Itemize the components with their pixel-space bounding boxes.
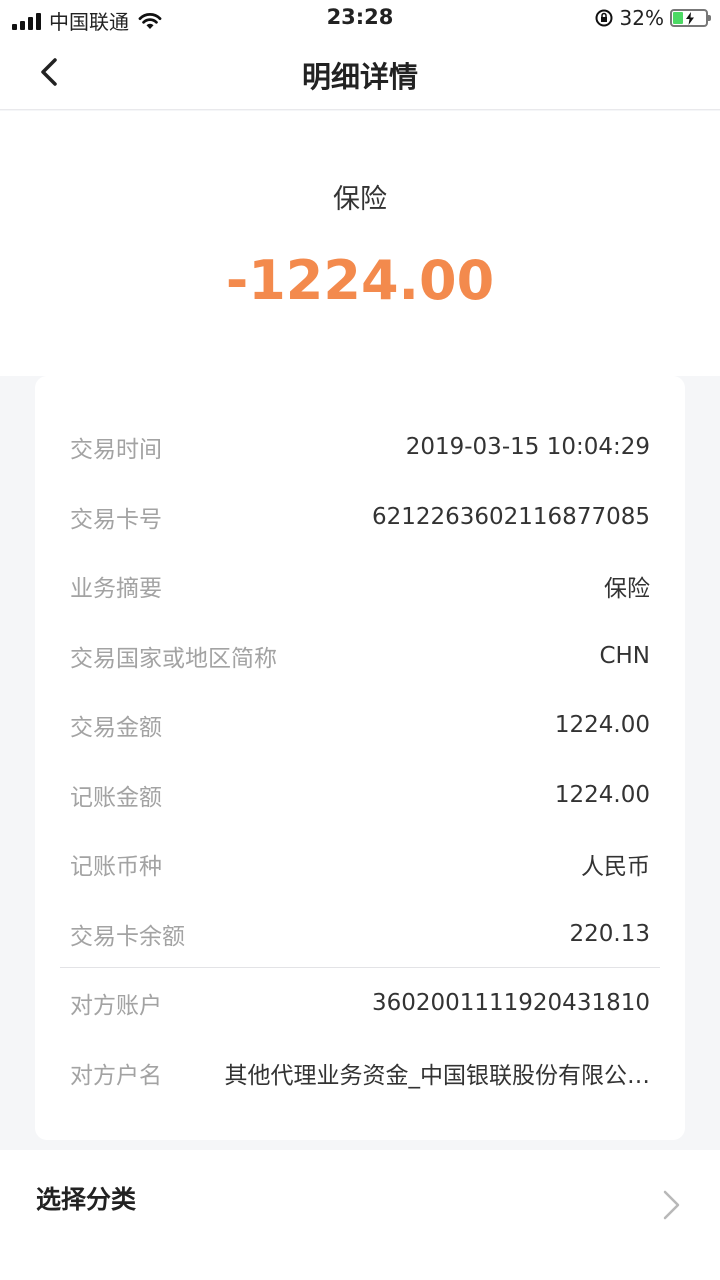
divider [60, 967, 660, 968]
detail-label: 记账金额 [70, 785, 162, 811]
detail-card: 交易时间 2019-03-15 10:04:29 交易卡号 6212263602… [35, 376, 685, 1140]
nav-bar: 明细详情 [0, 36, 720, 110]
detail-value: 保险 [604, 576, 650, 602]
detail-value: 6212263602116877085 [371, 504, 650, 530]
detail-label: 对方户名 [70, 1063, 162, 1089]
select-category-label: 选择分类 [36, 1185, 137, 1214]
page-title: 明细详情 [301, 60, 418, 94]
chevron-right-icon [663, 1190, 680, 1220]
detail-row-transaction-time: 交易时间 2019-03-15 10:04:29 [70, 427, 650, 467]
status-right: 32% [594, 6, 711, 30]
detail-row-transaction-amount: 交易金额 1224.00 [70, 705, 650, 745]
detail-row-counterparty-name: 对方户名 其他代理业务资金_中国银联股份有限公… [70, 1053, 650, 1093]
detail-value: CHN [599, 643, 650, 669]
detail-label: 交易卡号 [70, 507, 162, 533]
detail-value: 220.13 [569, 921, 650, 947]
detail-label: 交易时间 [70, 437, 162, 463]
detail-value: 3602001111920431810 [371, 990, 650, 1016]
select-category-row[interactable]: 选择分类 [0, 1150, 720, 1280]
battery-icon [670, 9, 711, 27]
detail-row-counterparty-account: 对方账户 3602001111920431810 [70, 983, 650, 1023]
detail-value: 人民币 [581, 854, 650, 880]
detail-value: 1224.00 [554, 712, 650, 738]
detail-label: 交易卡余额 [70, 924, 185, 950]
orientation-lock-icon [595, 9, 613, 27]
detail-label: 对方账户 [70, 993, 162, 1019]
detail-label: 交易金额 [70, 715, 162, 741]
detail-label: 记账币种 [70, 854, 162, 880]
detail-label: 交易国家或地区简称 [70, 646, 277, 672]
detail-row-country: 交易国家或地区简称 CHN [70, 636, 650, 676]
status-bar: 中国联通 23:28 32% [0, 0, 720, 36]
detail-row-currency: 记账币种 人民币 [70, 844, 650, 884]
detail-row-card-number: 交易卡号 6212263602116877085 [70, 497, 650, 537]
detail-label: 业务摘要 [70, 576, 162, 602]
detail-value: 其他代理业务资金_中国银联股份有限公… [224, 1063, 651, 1089]
transaction-amount: -1224.00 [225, 249, 495, 312]
battery-percent: 32% [619, 6, 664, 30]
detail-row-posted-amount: 记账金额 1224.00 [70, 775, 650, 815]
detail-row-card-balance: 交易卡余额 220.13 [70, 914, 650, 954]
detail-value: 2019-03-15 10:04:29 [405, 434, 650, 460]
transaction-category: 保险 [333, 184, 387, 215]
detail-row-business-summary: 业务摘要 保险 [70, 566, 650, 606]
transaction-summary: 保险 -1224.00 [0, 111, 720, 376]
detail-value: 1224.00 [554, 782, 650, 808]
